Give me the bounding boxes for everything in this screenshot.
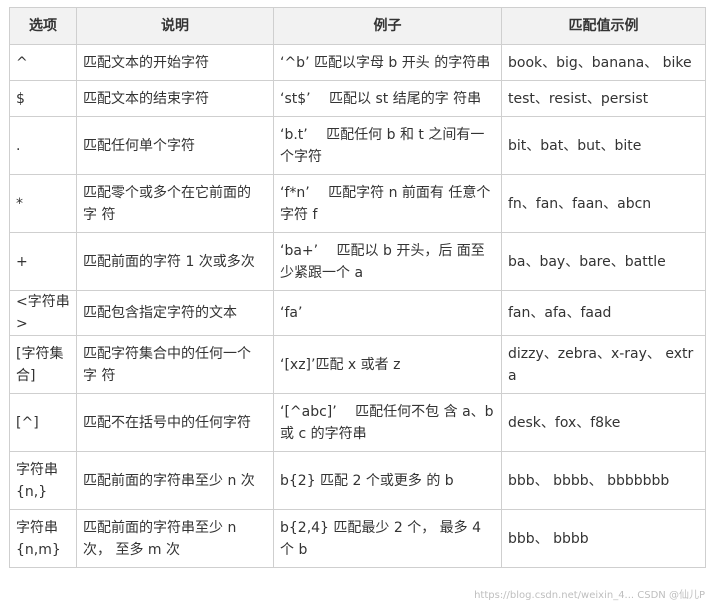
cell-description: 匹配前面的字符 1 次或多次	[76, 232, 274, 291]
cell-match: bit、bat、but、bite	[501, 116, 706, 175]
header-option: 选项	[9, 7, 77, 45]
cell-match: fn、fan、faan、abcn	[501, 174, 706, 233]
cell-description: 匹配前面的字符串至少 n 次， 至多 m 次	[76, 509, 274, 568]
header-match-example: 匹配值示例	[501, 7, 706, 45]
cell-option: 字符串{n,m}	[9, 509, 77, 568]
cell-example: ‘st$’ 匹配以 st 结尾的字 符串	[273, 80, 502, 117]
cell-description: 匹配任何单个字符	[76, 116, 274, 175]
cell-description: 匹配文本的开始字符	[76, 44, 274, 81]
cell-example: ‘ba+’ 匹配以 b 开头，后 面至少紧跟一个 a	[273, 232, 502, 291]
cell-match: test、resist、persist	[501, 80, 706, 117]
cell-option: [字符集合]	[9, 335, 77, 394]
cell-example: ‘[xz]’匹配 x 或者 z	[273, 335, 502, 394]
cell-example: b{2,4} 匹配最少 2 个， 最多 4 个 b	[273, 509, 502, 568]
cell-option: 字符串{n,}	[9, 451, 77, 510]
cell-example: ‘f*n’ 匹配字符 n 前面有 任意个字符 f	[273, 174, 502, 233]
cell-description: 匹配包含指定字符的文本	[76, 290, 274, 336]
cell-option: *	[9, 174, 77, 233]
cell-description: 匹配前面的字符串至少 n 次	[76, 451, 274, 510]
table-row: [^] 匹配不在括号中的任何字符 ‘[^abc]’ 匹配任何不包 含 a、b 或…	[9, 393, 706, 452]
cell-example: b{2} 匹配 2 个或更多 的 b	[273, 451, 502, 510]
cell-match: bbb、 bbbb	[501, 509, 706, 568]
cell-description: 匹配不在括号中的任何字符	[76, 393, 274, 452]
cell-match: ba、bay、bare、battle	[501, 232, 706, 291]
cell-description: 匹配字符集合中的任何一个 字 符	[76, 335, 274, 394]
header-example: 例子	[273, 7, 502, 45]
cell-description: 匹配零个或多个在它前面的 字 符	[76, 174, 274, 233]
table-row: ^ 匹配文本的开始字符 ‘^b’ 匹配以字母 b 开头 的字符串 book、bi…	[9, 44, 706, 81]
cell-match: desk、fox、f8ke	[501, 393, 706, 452]
watermark: https://blog.csdn.net/weixin_4... CSDN @…	[474, 590, 705, 601]
cell-match: book、big、banana、 bike	[501, 44, 706, 81]
cell-option: $	[9, 80, 77, 117]
table-row: [字符集合] 匹配字符集合中的任何一个 字 符 ‘[xz]’匹配 x 或者 z …	[9, 335, 706, 394]
table-row: 字符串{n,m} 匹配前面的字符串至少 n 次， 至多 m 次 b{2,4} 匹…	[9, 509, 706, 568]
cell-example: ‘b.t’ 匹配任何 b 和 t 之间有一个字符	[273, 116, 502, 175]
cell-option: .	[9, 116, 77, 175]
cell-option: ^	[9, 44, 77, 81]
table-row: * 匹配零个或多个在它前面的 字 符 ‘f*n’ 匹配字符 n 前面有 任意个字…	[9, 174, 706, 233]
table-row: <字符串> 匹配包含指定字符的文本 ‘fa’ fan、afa、faad	[9, 290, 706, 336]
cell-example: ‘^b’ 匹配以字母 b 开头 的字符串	[273, 44, 502, 81]
cell-match: bbb、 bbbb、 bbbbbbb	[501, 451, 706, 510]
cell-example: ‘[^abc]’ 匹配任何不包 含 a、b 或 c 的字符串	[273, 393, 502, 452]
table-row: $ 匹配文本的结束字符 ‘st$’ 匹配以 st 结尾的字 符串 test、re…	[9, 80, 706, 117]
cell-option: +	[9, 232, 77, 291]
cell-match: dizzy、zebra、x-ray、 extra	[501, 335, 706, 394]
regex-table: 选项 说明 例子 匹配值示例 ^ 匹配文本的开始字符 ‘^b’ 匹配以字母 b …	[9, 7, 706, 568]
cell-match: fan、afa、faad	[501, 290, 706, 336]
cell-description: 匹配文本的结束字符	[76, 80, 274, 117]
regex-table-container: 选项 说明 例子 匹配值示例 ^ 匹配文本的开始字符 ‘^b’ 匹配以字母 b …	[9, 7, 706, 568]
table-row: . 匹配任何单个字符 ‘b.t’ 匹配任何 b 和 t 之间有一个字符 bit、…	[9, 116, 706, 175]
cell-option: <字符串>	[9, 290, 77, 336]
table-row: + 匹配前面的字符 1 次或多次 ‘ba+’ 匹配以 b 开头，后 面至少紧跟一…	[9, 232, 706, 291]
header-description: 说明	[76, 7, 274, 45]
cell-option: [^]	[9, 393, 77, 452]
table-row: 字符串{n,} 匹配前面的字符串至少 n 次 b{2} 匹配 2 个或更多 的 …	[9, 451, 706, 510]
cell-example: ‘fa’	[273, 290, 502, 336]
table-header-row: 选项 说明 例子 匹配值示例	[9, 7, 706, 45]
